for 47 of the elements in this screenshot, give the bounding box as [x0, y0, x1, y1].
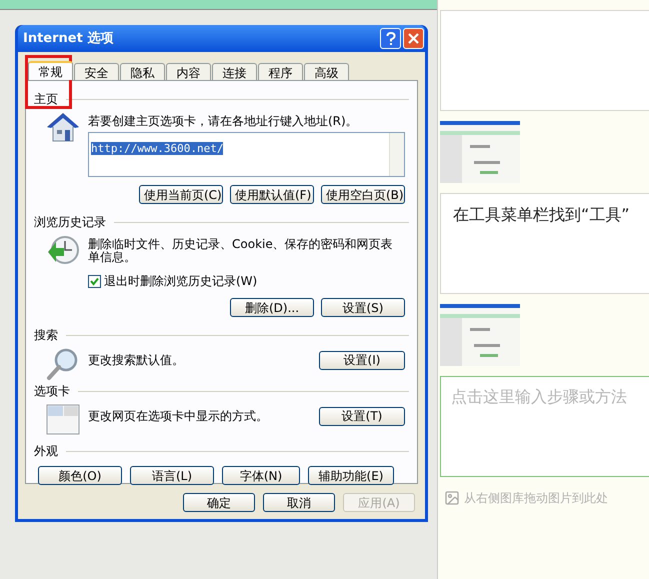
tab[interactable]: 内容 [166, 63, 211, 80]
house-icon [46, 111, 80, 143]
dialog-button[interactable]: 字体(N) [222, 466, 300, 485]
dialog-button[interactable]: 删除(D)... [230, 298, 314, 317]
checkbox-label: 退出时删除浏览历史记录(W) [104, 273, 258, 290]
dialog-button[interactable]: 使用当前页(C) [139, 185, 223, 204]
help-icon[interactable] [380, 28, 401, 49]
image-icon [444, 490, 460, 506]
tab[interactable]: 安全 [74, 63, 119, 80]
checkbox[interactable] [88, 274, 101, 288]
dialog-button[interactable]: 语言(L) [130, 466, 214, 485]
tab[interactable]: 连接 [212, 63, 257, 80]
tab[interactable]: 隐私 [120, 63, 165, 80]
clock-icon [46, 234, 80, 266]
scrollbar[interactable] [389, 133, 404, 176]
url-text: http://www.3600.net/ [91, 142, 224, 155]
step-box[interactable]: 在工具菜单栏找到“工具” [440, 193, 649, 294]
description-text: 更改搜索默认值。 [88, 352, 184, 369]
window-title: Internet 选项 [23, 30, 114, 48]
dialog-button[interactable]: 设置(I) [319, 350, 405, 370]
tabs-window-icon [46, 403, 80, 435]
dialog-button[interactable]: 设置(T) [319, 406, 405, 426]
close-icon[interactable] [403, 28, 424, 49]
group-label: 主页 [34, 91, 58, 108]
group-label: 搜索 [34, 327, 58, 344]
description-text: 若要创建主页选项卡，请在各地址行键入地址(R)。 [88, 115, 359, 128]
image-hint: 从右侧图库拖动图片到此处 [464, 490, 608, 507]
step-input[interactable]: 点击这里输入步骤或方法 [440, 376, 649, 477]
tab[interactable]: 高级 [304, 63, 349, 80]
description-text: 更改网页在选项卡中显示的方式。 [88, 408, 268, 425]
url-field[interactable]: http://www.3600.net/ [88, 132, 405, 177]
dialog-button[interactable]: 颜色(O) [38, 466, 122, 485]
group-label: 外观 [34, 443, 58, 460]
dialog-button[interactable]: 取消 [263, 493, 335, 512]
tab[interactable]: 程序 [258, 63, 303, 80]
magnifier-icon [46, 347, 80, 381]
dialog-button[interactable]: 使用默认值(F) [230, 185, 314, 204]
dialog-button[interactable]: 确定 [183, 493, 255, 512]
group-label: 浏览历史记录 [34, 214, 106, 231]
dialog-button[interactable]: 辅助功能(E) [308, 466, 394, 485]
dialog-button[interactable]: 使用空白页(B) [321, 185, 405, 204]
tab[interactable]: 常规 [28, 61, 73, 80]
highlight-frame [25, 55, 72, 109]
group-label: 选项卡 [34, 383, 70, 400]
step-text: 在工具菜单栏找到“工具” [453, 205, 630, 224]
dialog-button[interactable]: 设置(S) [321, 298, 405, 317]
description-text: 删除临时文件、历史记录、Cookie、保存的密码和网页表单信息。 [88, 238, 394, 264]
